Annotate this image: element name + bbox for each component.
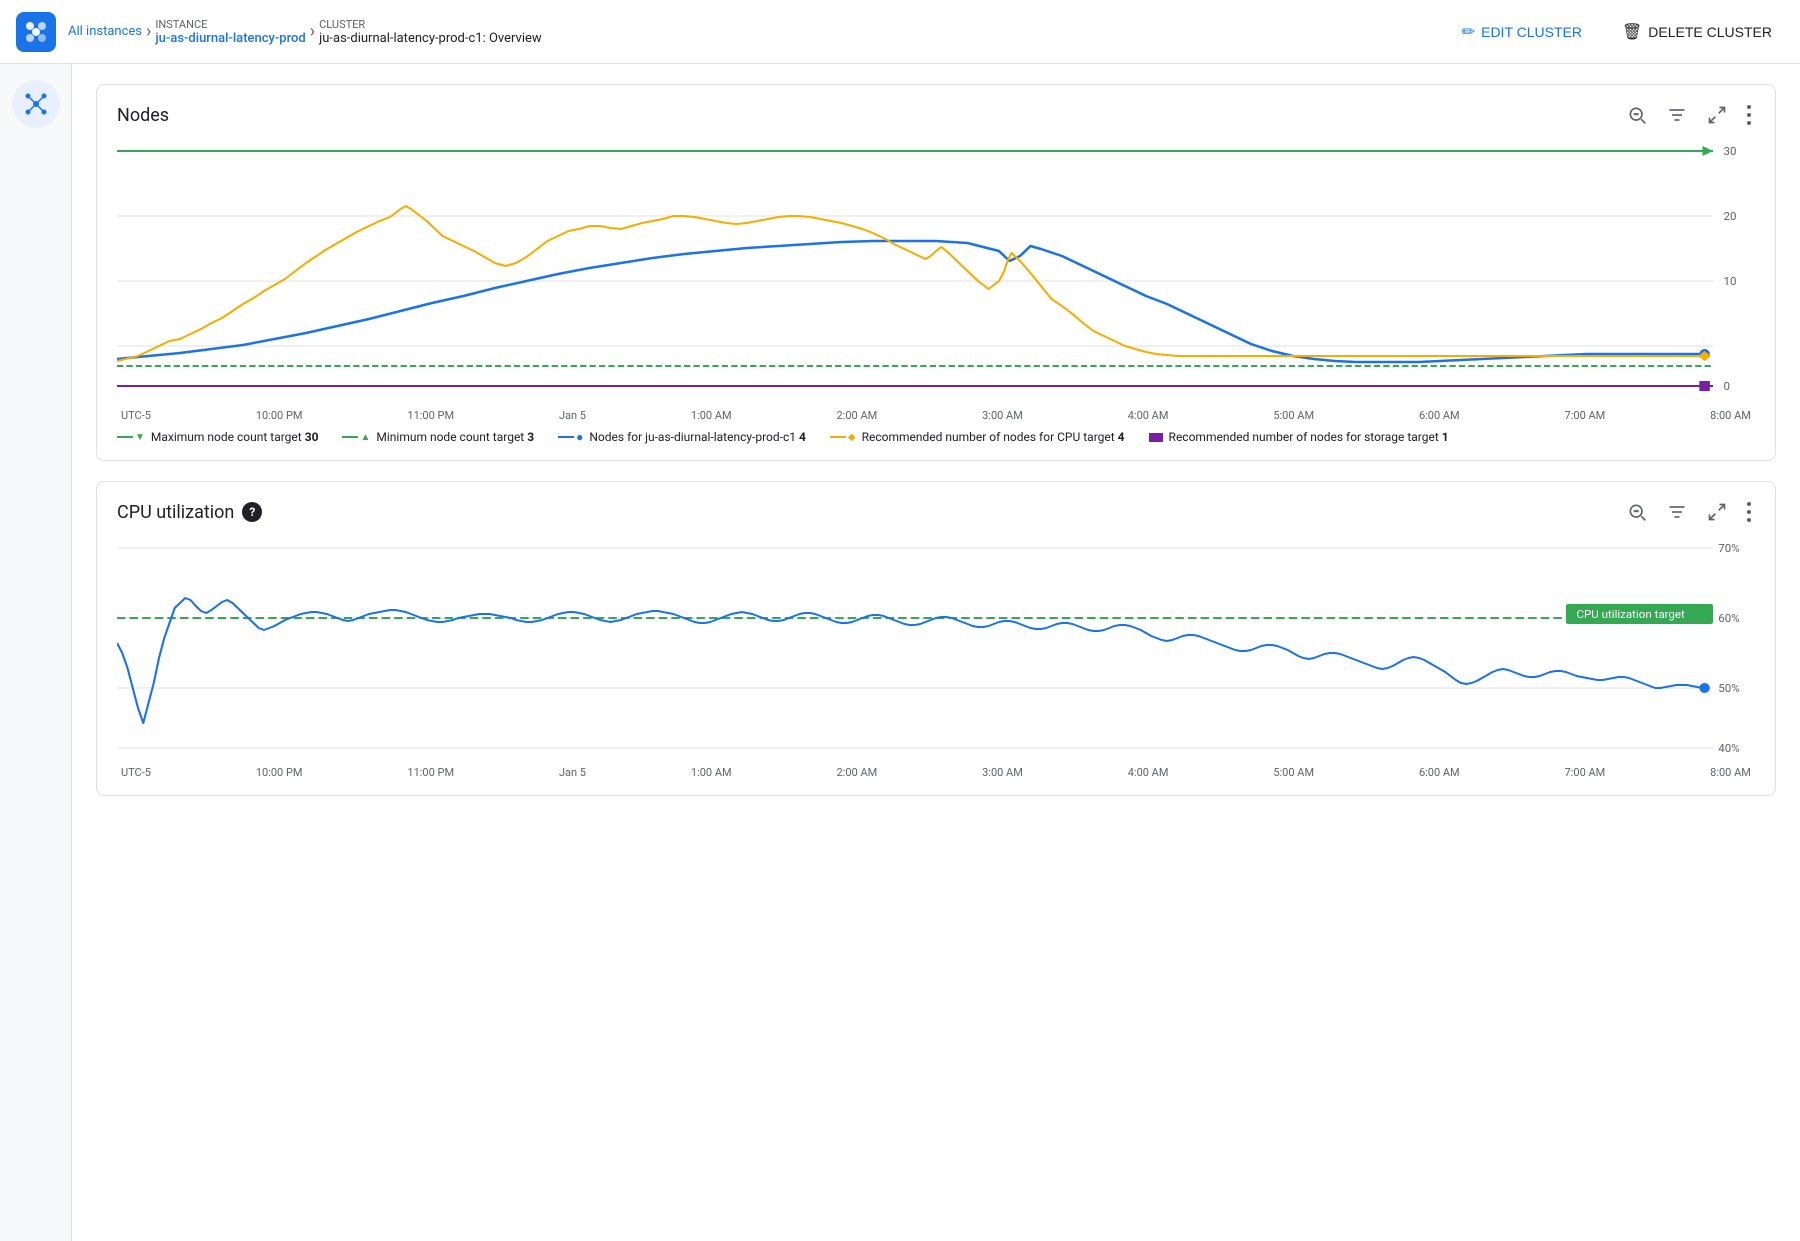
legend-rec-storage: Recommended number of nodes for storage …: [1149, 430, 1449, 444]
cpu-help-icon[interactable]: ?: [242, 502, 262, 522]
breadcrumb-cluster: CLUSTER ju-as-diurnal-latency-prod-c1: O…: [319, 18, 542, 46]
svg-text:CPU utilization target: CPU utilization target: [1577, 608, 1686, 621]
nodes-more-button[interactable]: [1743, 101, 1755, 129]
breadcrumb-all-instances[interactable]: All instances: [68, 24, 142, 39]
main-content: Nodes: [72, 64, 1800, 1241]
app-logo: [16, 12, 56, 52]
nodes-chart-svg: 30 20 10 0: [117, 141, 1755, 401]
cpu-filter-button[interactable]: [1663, 498, 1691, 526]
sidebar: [0, 64, 72, 1241]
edit-cluster-button[interactable]: ✏ EDIT CLUSTER: [1450, 14, 1594, 50]
nodes-chart-actions: [1623, 101, 1755, 129]
edit-cluster-label: EDIT CLUSTER: [1481, 24, 1582, 40]
app-header: All instances › INSTANCE ju-as-diurnal-l…: [0, 0, 1800, 64]
breadcrumb-instance-link[interactable]: ju-as-diurnal-latency-prod: [155, 31, 305, 46]
cpu-chart-area: 70% 60% 50% 40% CPU utilization target: [117, 538, 1755, 779]
delete-trash-icon: 🗑: [1622, 22, 1642, 42]
breadcrumb-sep-2: ›: [310, 21, 315, 42]
svg-text:30: 30: [1724, 145, 1737, 158]
nodes-chart-header: Nodes: [117, 101, 1755, 129]
legend-min-node: ▲ Minimum node count target 3: [342, 430, 534, 444]
nodes-chart-area: 30 20 10 0: [117, 141, 1755, 422]
legend-max-node: ▼ Maximum node count target 30: [117, 430, 318, 444]
delete-cluster-button[interactable]: 🗑 DELETE CLUSTER: [1610, 14, 1784, 50]
nodes-chart-title: Nodes: [117, 105, 169, 126]
svg-text:40%: 40%: [1718, 742, 1739, 755]
cpu-chart-header: CPU utilization ?: [117, 498, 1755, 526]
nodes-chart-legend: ▼ Maximum node count target 30 ▲ Minimum…: [117, 430, 1755, 444]
cpu-search-button[interactable]: [1623, 498, 1651, 526]
cpu-chart-svg-wrap: 70% 60% 50% 40% CPU utilization target: [117, 538, 1755, 758]
legend-rec-cpu: ◆ Recommended number of nodes for CPU ta…: [830, 430, 1125, 444]
nodes-x-axis: UTC-5 10:00 PM 11:00 PM Jan 5 1:00 AM 2:…: [117, 409, 1755, 422]
breadcrumb: All instances › INSTANCE ju-as-diurnal-l…: [68, 18, 1438, 46]
cpu-chart-title: CPU utilization ?: [117, 502, 262, 523]
main-layout: Nodes: [0, 64, 1800, 1241]
legend-nodes-cluster: ● Nodes for ju-as-diurnal-latency-prod-c…: [558, 430, 806, 444]
delete-cluster-label: DELETE CLUSTER: [1648, 24, 1772, 40]
cpu-chart-svg: 70% 60% 50% 40% CPU utilization target: [117, 538, 1755, 758]
cpu-chart-actions: [1623, 498, 1755, 526]
svg-text:60%: 60%: [1718, 612, 1739, 625]
nodes-fullscreen-button[interactable]: [1703, 101, 1731, 129]
nodes-chart-svg-wrap: 30 20 10 0: [117, 141, 1755, 401]
sidebar-nodes-icon[interactable]: [12, 80, 60, 128]
breadcrumb-cluster-title: ju-as-diurnal-latency-prod-c1: Overview: [319, 31, 542, 46]
breadcrumb-instance: INSTANCE ju-as-diurnal-latency-prod: [155, 18, 305, 46]
cpu-more-button[interactable]: [1743, 498, 1755, 526]
svg-text:50%: 50%: [1718, 682, 1739, 695]
nodes-chart-panel: Nodes: [96, 84, 1776, 461]
nodes-search-button[interactable]: [1623, 101, 1651, 129]
cpu-fullscreen-button[interactable]: [1703, 498, 1731, 526]
svg-text:70%: 70%: [1718, 542, 1739, 555]
cpu-x-axis: UTC-5 10:00 PM 11:00 PM Jan 5 1:00 AM 2:…: [117, 766, 1755, 779]
cpu-chart-panel: CPU utilization ?: [96, 481, 1776, 796]
header-actions: ✏ EDIT CLUSTER 🗑 DELETE CLUSTER: [1450, 14, 1784, 50]
breadcrumb-sep-1: ›: [146, 21, 151, 42]
svg-text:20: 20: [1724, 210, 1737, 223]
edit-pencil-icon: ✏: [1462, 22, 1475, 42]
nodes-filter-button[interactable]: [1663, 101, 1691, 129]
svg-text:10: 10: [1724, 275, 1737, 288]
svg-text:0: 0: [1724, 380, 1730, 393]
